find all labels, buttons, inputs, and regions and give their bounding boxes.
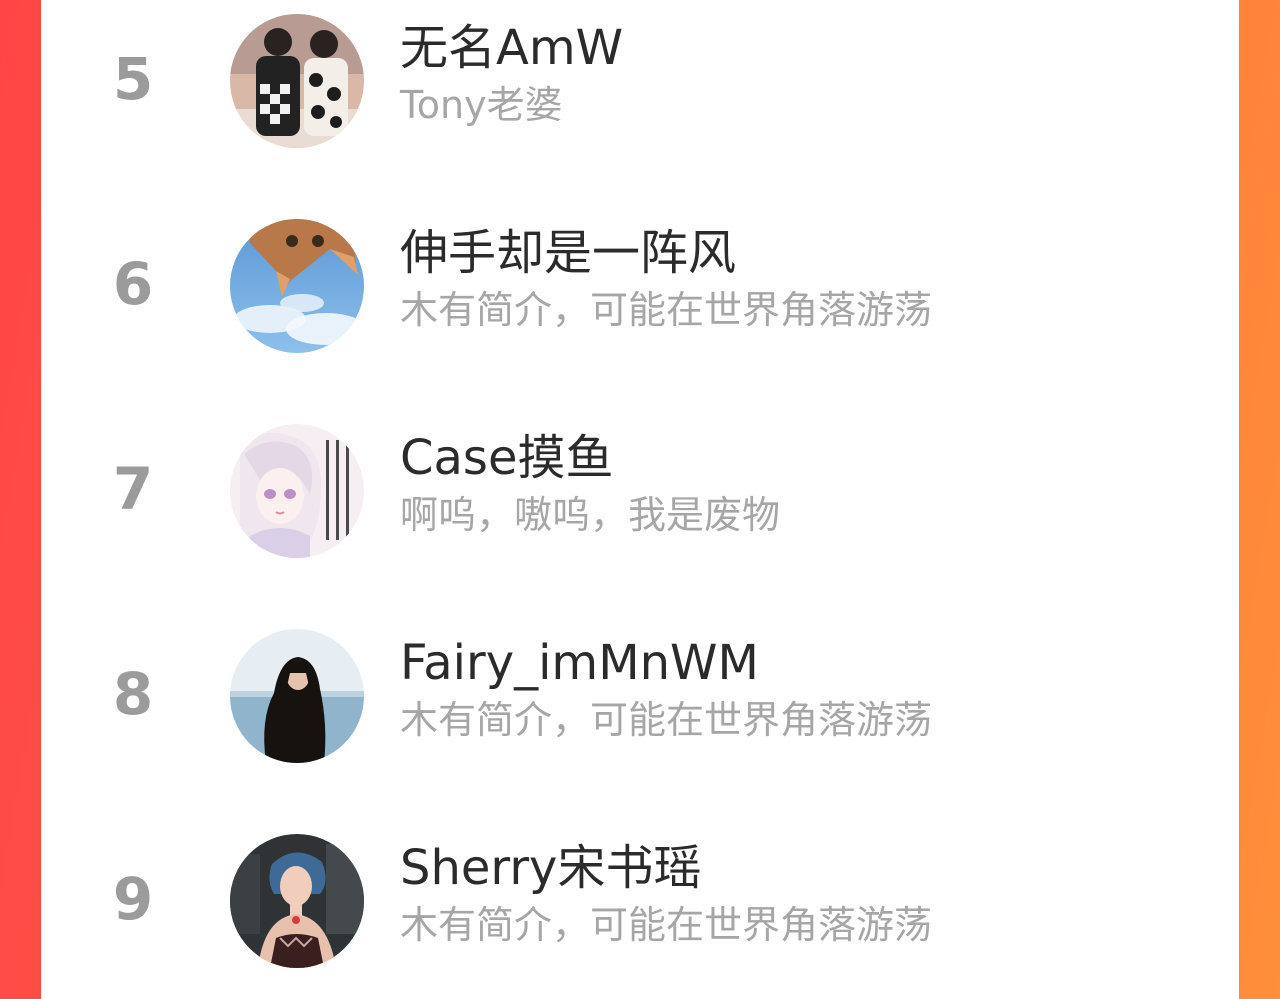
user-name[interactable]: Fairy_imMnWM xyxy=(400,633,759,693)
avatar[interactable] xyxy=(230,219,364,353)
user-name[interactable]: Case摸鱼 xyxy=(400,428,613,488)
avatar[interactable] xyxy=(230,424,364,558)
list-item[interactable]: 9 Sherry宋书瑶 木有简介，可能在世界角落游荡 xyxy=(41,820,1239,980)
user-name[interactable]: 伸手却是一阵风 xyxy=(400,223,736,283)
rank-number: 6 xyxy=(112,250,154,318)
user-bio: 木有简介，可能在世界角落游荡 xyxy=(400,288,933,332)
list-item[interactable]: 6 伸手却是一阵风 木有简介，可能在世界角落游荡 xyxy=(41,205,1239,365)
list-item[interactable]: 5 无名AmW Tony老婆 xyxy=(41,0,1239,160)
user-name[interactable]: Sherry宋书瑶 xyxy=(400,838,701,898)
user-name[interactable]: 无名AmW xyxy=(400,18,623,78)
user-bio: 木有简介，可能在世界角落游荡 xyxy=(400,698,933,742)
user-bio: 木有简介，可能在世界角落游荡 xyxy=(400,903,933,947)
rank-number: 5 xyxy=(112,45,154,113)
rank-number: 8 xyxy=(112,660,154,728)
user-bio: Tony老婆 xyxy=(400,83,563,127)
ranking-list: 5 无名AmW Tony老婆 6 伸手却是一阵风 木有简介，可能在世界角落游荡 … xyxy=(41,0,1239,999)
avatar[interactable] xyxy=(230,629,364,763)
user-bio: 啊呜，嗷呜，我是废物 xyxy=(400,493,781,537)
avatar[interactable] xyxy=(230,834,364,968)
avatar[interactable] xyxy=(230,14,364,148)
list-item[interactable]: 8 Fairy_imMnWM 木有简介，可能在世界角落游荡 xyxy=(41,615,1239,775)
list-item[interactable]: 7 Case摸鱼 啊呜，嗷呜，我是废物 xyxy=(41,410,1239,570)
rank-number: 9 xyxy=(112,865,154,933)
rank-number: 7 xyxy=(112,455,154,523)
